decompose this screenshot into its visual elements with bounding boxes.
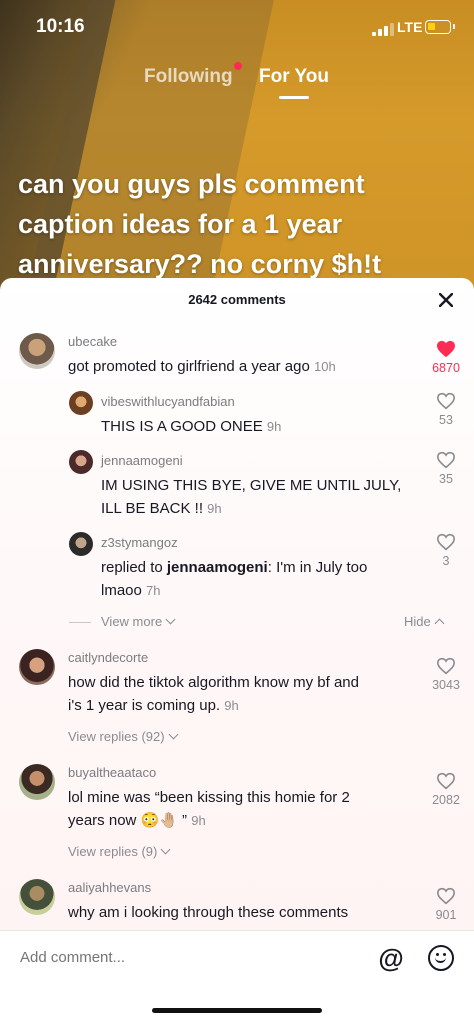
heart-outline-icon xyxy=(436,451,456,469)
reply-item: vibeswithlucyandfabian THIS IS A GOOD ON… xyxy=(0,390,474,446)
close-button[interactable] xyxy=(436,290,456,310)
comments-header: 2642 comments xyxy=(0,278,474,322)
comment-item: buyaltheaataco lol mine was “been kissin… xyxy=(0,763,474,835)
comment-item: caitlyndecorte how did the tiktok algori… xyxy=(0,648,474,720)
heart-outline-icon xyxy=(436,772,456,790)
avatar[interactable] xyxy=(19,649,55,685)
battery-icon xyxy=(425,20,455,34)
status-bar: 10:16 LTE xyxy=(0,0,474,56)
tab-for-you[interactable]: For You xyxy=(259,66,329,88)
comment-username[interactable]: z3stymangoz xyxy=(101,535,178,550)
like-count: 3043 xyxy=(432,678,460,692)
like-button[interactable]: 35 xyxy=(426,451,466,486)
like-button[interactable]: 901 xyxy=(426,887,466,922)
avatar[interactable] xyxy=(69,532,93,556)
comment-username[interactable]: vibeswithlucyandfabian xyxy=(101,394,235,409)
emoji-icon-mouth xyxy=(435,956,446,963)
caption-line: caption ideas for a 1 year xyxy=(18,209,343,239)
like-button[interactable]: 3043 xyxy=(423,657,469,692)
divider-line xyxy=(69,622,91,623)
like-count: 35 xyxy=(439,472,453,486)
mention-button[interactable]: @ xyxy=(378,945,404,971)
like-count: 53 xyxy=(439,413,453,427)
heart-filled-icon xyxy=(437,340,455,358)
like-button[interactable]: 3 xyxy=(426,533,466,568)
comment-username[interactable]: aaliyahhevans xyxy=(68,880,151,895)
heart-outline-icon xyxy=(436,887,456,905)
like-button[interactable]: 2082 xyxy=(423,772,469,807)
avatar[interactable] xyxy=(19,879,55,915)
comment-username[interactable]: caitlyndecorte xyxy=(68,650,148,665)
heart-outline-icon xyxy=(436,392,456,410)
mentioned-user[interactable]: jennaamogeni xyxy=(167,559,268,576)
like-button[interactable]: 6870 xyxy=(426,340,466,375)
add-comment-input[interactable] xyxy=(20,949,340,966)
comment-text: how did the tiktok algorithm know my bf … xyxy=(68,674,359,714)
hide-button[interactable]: Hide xyxy=(404,614,445,629)
avatar[interactable] xyxy=(19,764,55,800)
view-more-button[interactable]: View more xyxy=(101,614,176,629)
comment-text: replied to jennaamogeni: I'm in July too… xyxy=(101,559,368,599)
comment-count: 2642 comments xyxy=(188,292,286,307)
chevron-down-icon xyxy=(160,844,171,855)
like-count: 3 xyxy=(442,554,450,568)
chevron-down-icon xyxy=(168,729,179,740)
reply-item: z3stymangoz replied to jennaamogeni: I'm… xyxy=(0,531,474,605)
avatar[interactable] xyxy=(69,391,93,415)
comment-item: ubecake got promoted to girlfriend a yea… xyxy=(0,328,474,388)
close-icon xyxy=(438,292,454,308)
comment-username[interactable]: jennaamogeni xyxy=(101,453,183,468)
feed-tabs: Following For You xyxy=(0,62,474,102)
view-replies-button[interactable]: View replies (9) xyxy=(68,844,171,859)
video-caption: can you guys pls comment caption ideas f… xyxy=(18,164,458,284)
caption-line: can you guys pls comment xyxy=(18,169,365,199)
tab-following[interactable]: Following xyxy=(144,66,233,88)
emoji-button[interactable] xyxy=(428,945,454,971)
reply-item: jennaamogeni IM USING THIS BYE, GIVE ME … xyxy=(0,449,474,523)
like-count: 6870 xyxy=(432,361,460,375)
home-indicator xyxy=(152,1008,322,1013)
notification-dot xyxy=(234,62,242,70)
view-replies-button[interactable]: View replies (92) xyxy=(68,729,179,744)
heart-outline-icon xyxy=(436,533,456,551)
tab-active-indicator xyxy=(279,96,309,99)
heart-outline-icon xyxy=(436,657,456,675)
chevron-up-icon xyxy=(434,618,445,629)
comments-sheet: 2642 comments ubecake got promoted to gi… xyxy=(0,278,474,1024)
like-count: 901 xyxy=(435,908,457,922)
comment-username[interactable]: ubecake xyxy=(68,334,117,349)
status-time: 10:16 xyxy=(36,16,85,37)
network-label: LTE xyxy=(397,19,423,35)
signal-icon xyxy=(372,22,394,36)
like-count: 2082 xyxy=(432,793,460,807)
avatar[interactable] xyxy=(19,333,55,369)
comment-text: why am i looking through these comments xyxy=(68,904,349,921)
comment-item: aaliyahhevans why am i looking through t… xyxy=(0,878,474,930)
chevron-down-icon xyxy=(165,614,176,625)
like-button[interactable]: 53 xyxy=(426,392,466,427)
comment-username[interactable]: buyaltheaataco xyxy=(68,765,156,780)
comment-text: got promoted to girlfriend a year ago 10… xyxy=(68,358,336,375)
comment-text: IM USING THIS BYE, GIVE ME UNTIL JULY, I… xyxy=(101,477,402,517)
comment-text: THIS IS A GOOD ONEE 9h xyxy=(101,418,282,435)
comment-text: lol mine was “been kissing this homie fo… xyxy=(68,789,350,829)
avatar[interactable] xyxy=(69,450,93,474)
